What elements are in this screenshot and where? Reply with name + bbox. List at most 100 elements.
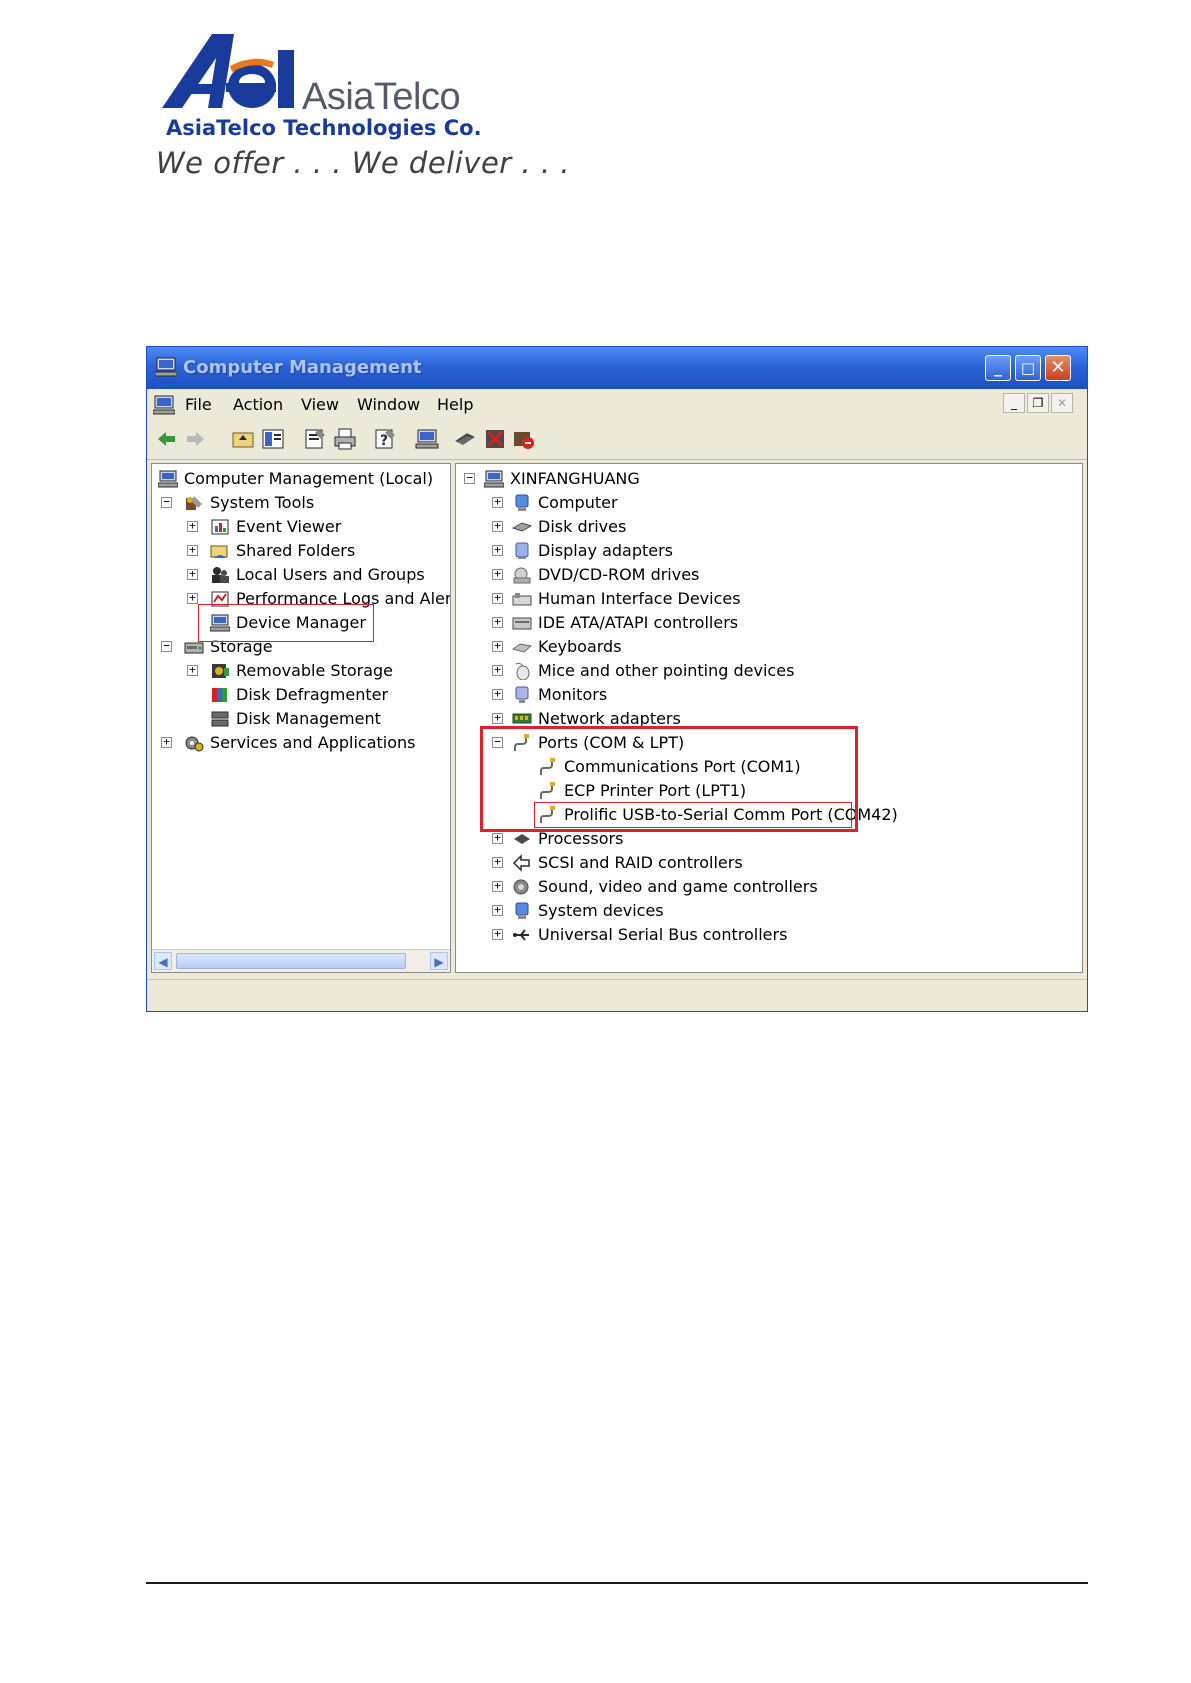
brand-name: AsiaTelco — [302, 76, 461, 118]
tree-node-label: Shared Folders — [236, 541, 356, 560]
tree-node-label: Computer Management (Local) — [184, 469, 434, 488]
company-name: AsiaTelco Technologies Co. — [166, 116, 482, 140]
print-icon[interactable] — [333, 427, 357, 451]
computer-management-icon[interactable] — [153, 395, 175, 415]
expand-icon[interactable]: + — [492, 928, 503, 940]
scan-hardware-icon[interactable] — [415, 427, 439, 451]
expand-icon[interactable]: + — [492, 856, 503, 868]
device-tree-pane[interactable]: − XINFANGHUANG + Computer + Disk drives … — [455, 463, 1083, 973]
help-icon[interactable]: ? — [373, 427, 397, 451]
menu-view[interactable]: View — [301, 395, 339, 414]
tree-node-label: Disk Defragmenter — [236, 685, 389, 704]
computer-management-icon — [155, 357, 177, 377]
tagline: We offer . . . We deliver . . . — [156, 146, 571, 180]
collapse-icon[interactable]: − — [464, 472, 475, 484]
removable-storage-icon — [212, 664, 229, 678]
system-devices-icon — [515, 902, 529, 919]
expand-icon[interactable]: + — [492, 520, 503, 532]
expand-icon[interactable]: + — [492, 664, 503, 676]
expand-icon[interactable]: + — [161, 736, 172, 748]
expand-icon[interactable]: + — [492, 880, 503, 892]
horizontal-scrollbar[interactable]: ◀ ▶ — [152, 949, 450, 972]
tree-node-label: Monitors — [538, 685, 608, 704]
menu-help[interactable]: Help — [437, 395, 473, 414]
expand-icon[interactable]: + — [492, 832, 503, 844]
properties-icon[interactable] — [303, 427, 327, 451]
tree-node-label: Mice and other pointing devices — [538, 661, 795, 680]
back-icon[interactable] — [155, 427, 179, 451]
tree-node-label: XINFANGHUANG — [510, 469, 640, 488]
expand-icon[interactable]: + — [492, 688, 503, 700]
tree-node-label: Human Interface Devices — [538, 589, 741, 608]
expand-icon[interactable]: + — [492, 592, 503, 604]
mdi-close-button[interactable]: ✕ — [1051, 393, 1073, 413]
prolific-port-highlight-box — [534, 802, 852, 828]
tree-node-label: Keyboards — [538, 637, 622, 656]
footer-rule — [146, 1582, 1088, 1584]
scroll-right-icon[interactable]: ▶ — [430, 952, 448, 970]
tree-node-label: System devices — [538, 901, 664, 920]
users-icon — [212, 567, 229, 583]
scsi-icon — [512, 854, 530, 872]
expand-icon[interactable]: + — [187, 520, 198, 532]
scroll-left-icon[interactable]: ◀ — [154, 952, 172, 970]
expand-icon[interactable]: + — [492, 904, 503, 916]
uninstall-icon[interactable] — [483, 427, 507, 451]
tree-node-label: Computer — [538, 493, 618, 512]
svg-text:?: ? — [380, 433, 388, 449]
forward-icon[interactable] — [183, 427, 207, 451]
mdi-minimize-button[interactable]: _ — [1003, 393, 1025, 413]
tree-node-label: Removable Storage — [236, 661, 394, 680]
console-tree-pane[interactable]: Computer Management (Local) − System Too… — [151, 463, 451, 973]
dvd-drive-icon — [513, 567, 531, 584]
menu-action[interactable]: Action — [233, 395, 283, 414]
window-title: Computer Management — [183, 357, 422, 378]
minimize-button[interactable]: _ — [985, 355, 1011, 381]
system-tools-icon — [186, 496, 202, 510]
mdi-restore-button[interactable]: ❐ — [1027, 393, 1049, 413]
keyboard-icon — [512, 643, 532, 653]
status-bar — [147, 979, 1087, 1011]
tree-node-label: Sound, video and game controllers — [538, 877, 818, 896]
mouse-icon — [515, 662, 530, 680]
mdi-controls: _ ❐ ✕ — [999, 393, 1079, 415]
scroll-thumb[interactable] — [176, 953, 406, 969]
tree-node-label: System Tools — [210, 493, 315, 512]
computer-management-icon — [158, 470, 178, 488]
expand-icon[interactable]: + — [492, 544, 503, 556]
menu-file[interactable]: File — [185, 395, 212, 414]
disable-device-icon[interactable] — [511, 427, 535, 451]
expand-icon[interactable]: + — [187, 568, 198, 580]
services-icon — [185, 736, 204, 752]
tree-node-label: Event Viewer — [236, 517, 342, 536]
collapse-icon[interactable]: − — [161, 640, 172, 652]
expand-icon[interactable]: + — [492, 496, 503, 508]
tree-node-label: SCSI and RAID controllers — [538, 853, 743, 872]
expand-icon[interactable]: + — [492, 616, 503, 628]
tree-node-label: Services and Applications — [210, 733, 416, 752]
processor-icon — [514, 834, 530, 844]
expand-icon[interactable]: + — [187, 544, 198, 556]
title-bar[interactable]: Computer Management _ □ ✕ — [147, 347, 1087, 389]
show-hide-tree-icon[interactable] — [261, 427, 285, 451]
expand-icon[interactable]: + — [492, 712, 503, 724]
tree-node-label: Local Users and Groups — [236, 565, 425, 584]
update-driver-icon[interactable] — [453, 427, 477, 451]
expand-icon[interactable]: + — [187, 592, 198, 604]
collapse-icon[interactable]: − — [161, 496, 172, 508]
hid-icon — [512, 593, 532, 606]
up-folder-icon[interactable] — [231, 427, 255, 451]
shared-folders-icon — [210, 545, 228, 558]
tree-node-label: Universal Serial Bus controllers — [538, 925, 788, 944]
menu-window[interactable]: Window — [357, 395, 420, 414]
maximize-button[interactable]: □ — [1015, 355, 1041, 381]
device-manager-highlight-box — [198, 604, 374, 642]
expand-icon[interactable]: + — [492, 640, 503, 652]
close-button[interactable]: ✕ — [1045, 355, 1071, 381]
display-adapter-icon — [515, 542, 529, 559]
expand-icon[interactable]: + — [187, 664, 198, 676]
computer-management-window: Computer Management _ □ ✕ File Action Vi… — [146, 346, 1088, 1012]
expand-icon[interactable]: + — [492, 568, 503, 580]
menu-bar: File Action View Window Help _ ❐ ✕ — [147, 389, 1087, 422]
tree-node-label: DVD/CD-ROM drives — [538, 565, 700, 584]
